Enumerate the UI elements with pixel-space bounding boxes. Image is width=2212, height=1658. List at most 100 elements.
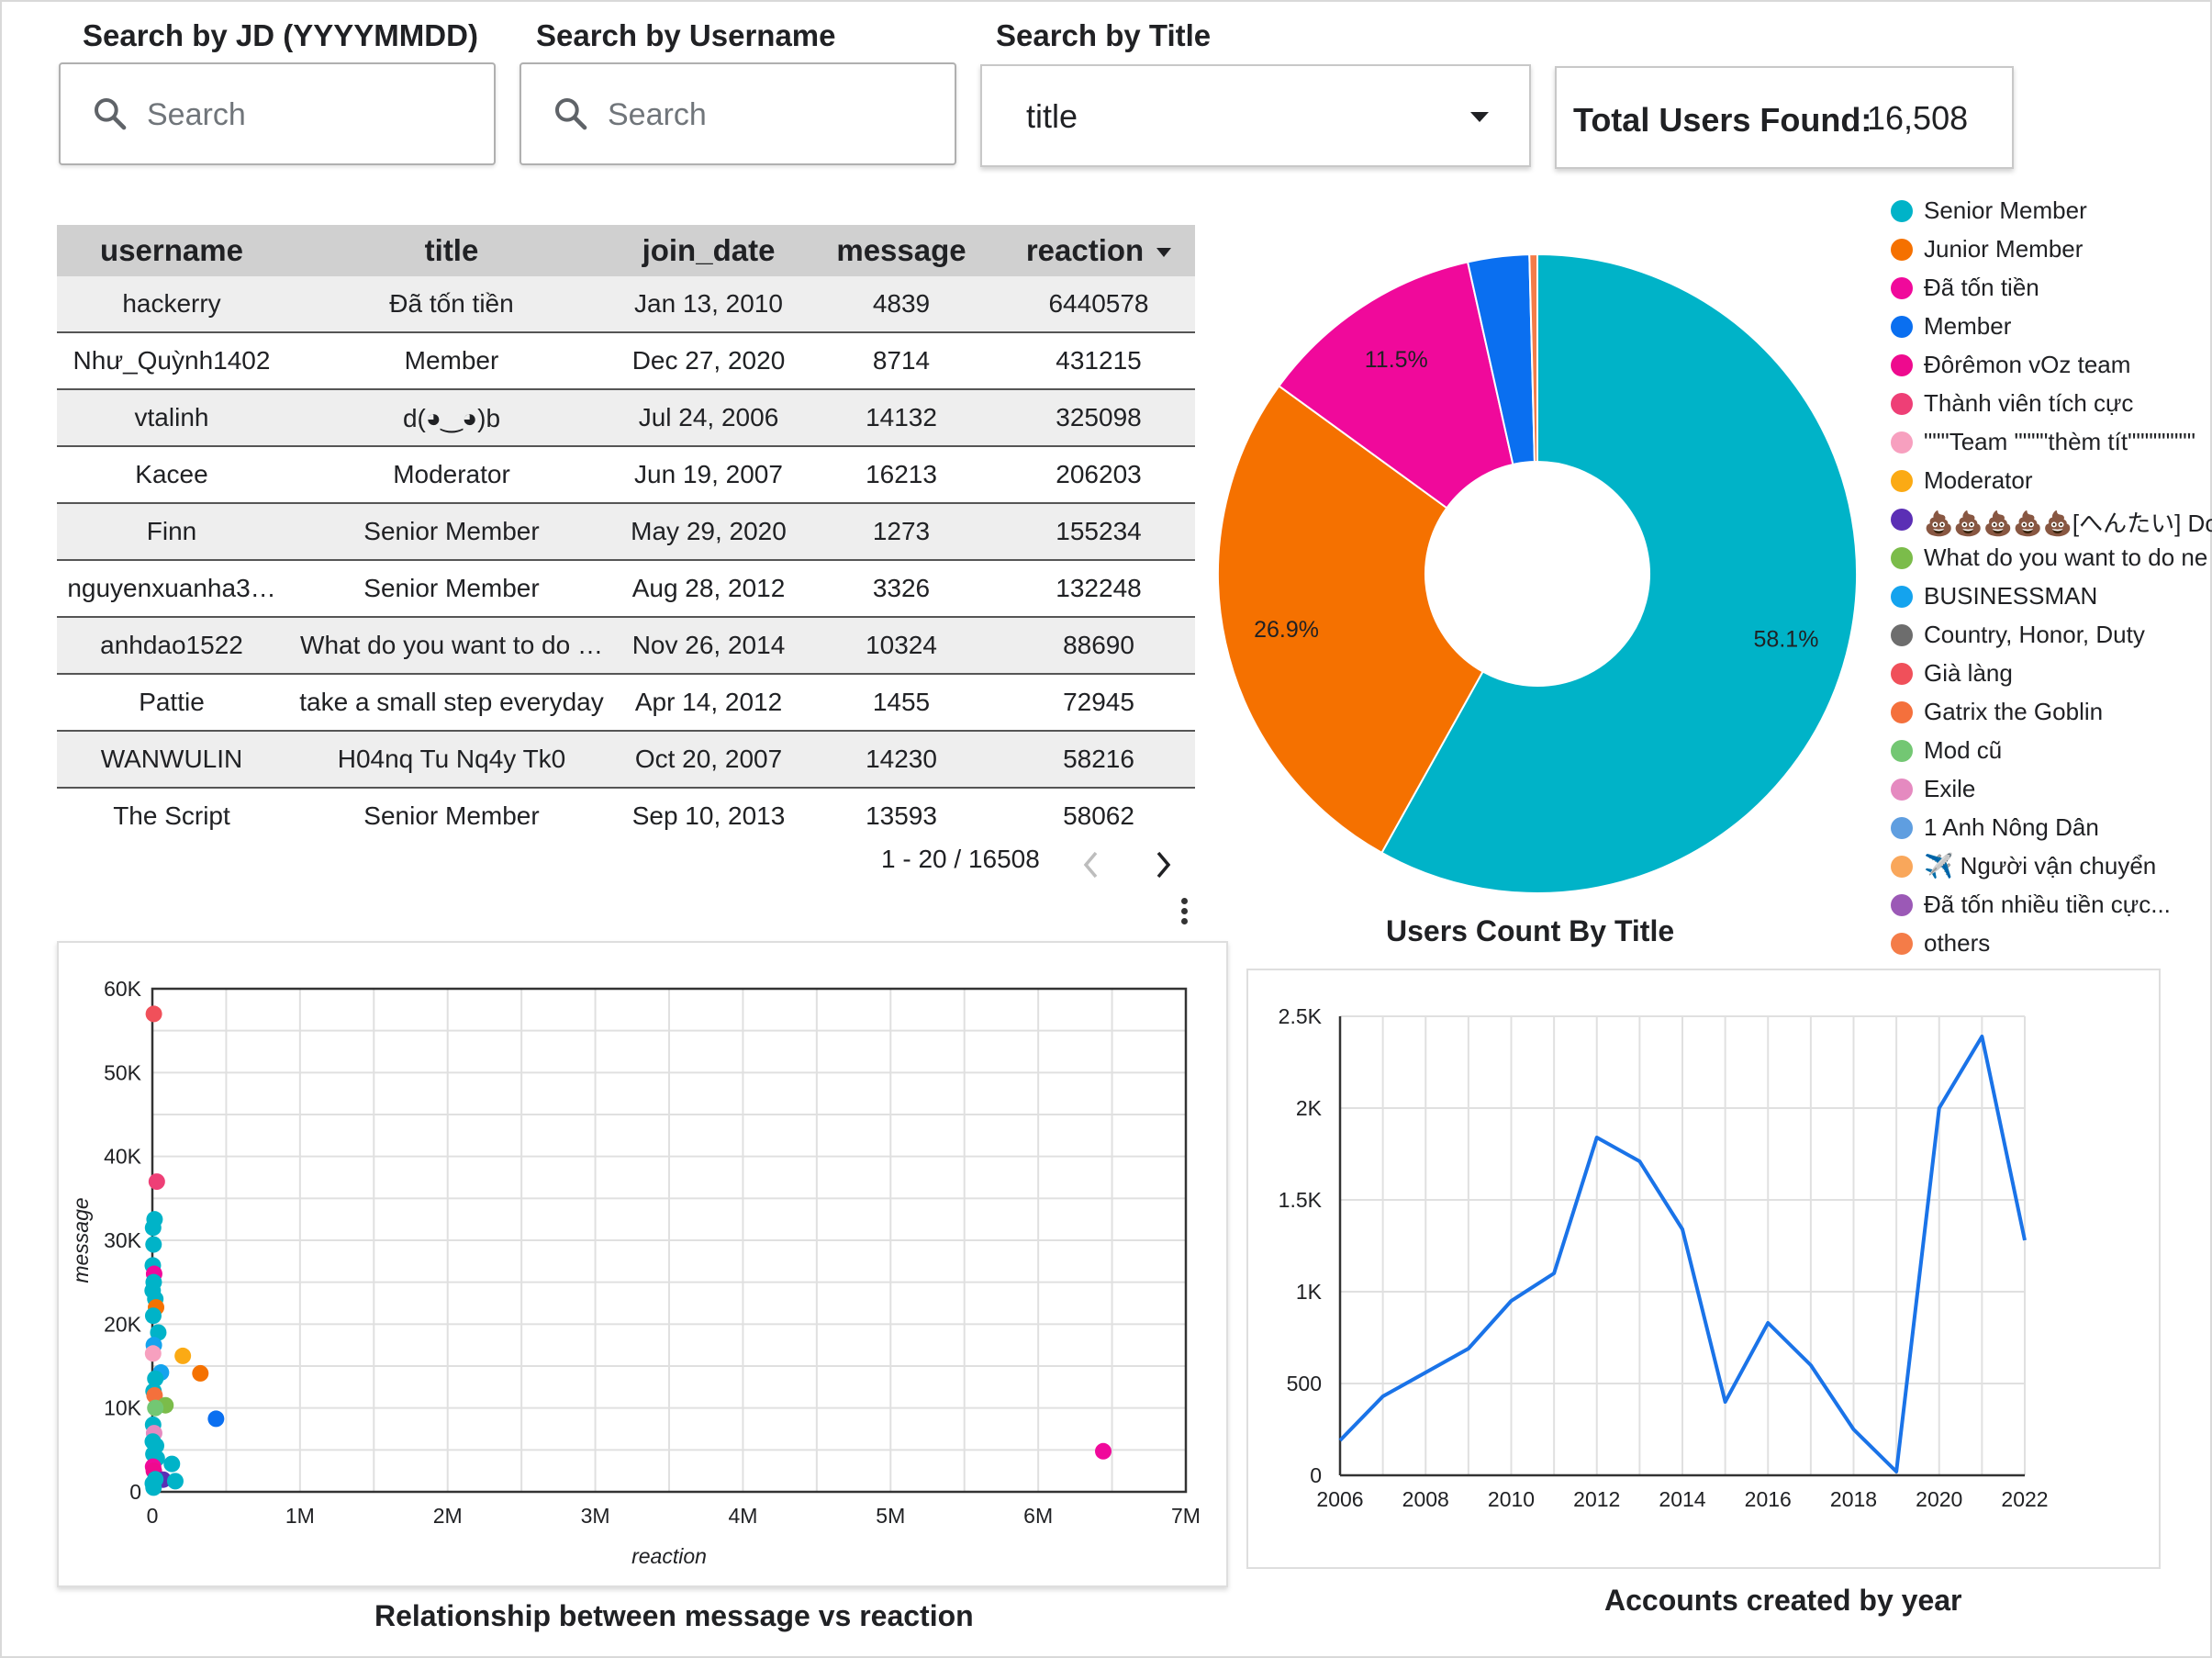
legend-item[interactable]: ✈️ Người vận chuyển — [1891, 848, 2212, 887]
column-header-username[interactable]: username — [57, 225, 286, 276]
scatter-point[interactable] — [174, 1347, 192, 1364]
legend-item[interactable]: Thành viên tích cực — [1891, 386, 2212, 424]
donut-slice-label: 26.9% — [1254, 617, 1319, 643]
table-row[interactable]: Pattie take a small step everyday Apr 14, … — [57, 674, 1195, 732]
scatter-point[interactable] — [147, 1399, 164, 1417]
legend-swatch — [1891, 509, 1913, 531]
table-row[interactable]: WANWULIN H04nq Tu Nq4y Tk0 Oct 20, 2007 142… — [57, 731, 1195, 789]
cell-join-date: Jul 24, 2006 — [617, 389, 800, 447]
legend-swatch — [1891, 547, 1913, 569]
table-row[interactable]: The Script Senior Member Sep 10, 2013 13593… — [57, 788, 1195, 844]
y-tick-label: 60K — [104, 977, 142, 1001]
table-header-row: username title join_date message reactio… — [57, 225, 1195, 276]
y-tick-label: 2K — [1296, 1096, 1323, 1120]
scatter-point[interactable] — [144, 1307, 162, 1325]
scorecard-label: Total Users Found: — [1573, 101, 1872, 139]
scatter-point[interactable] — [207, 1410, 225, 1428]
cell-reaction: 72945 — [1002, 674, 1195, 732]
y-tick-label: 0 — [129, 1480, 141, 1504]
scatter-point[interactable] — [144, 1345, 162, 1362]
y-tick-label: 1.5K — [1279, 1188, 1323, 1212]
legend-item[interactable]: Gatrix the Goblin — [1891, 694, 2212, 733]
cell-title: take a small step everyday — [286, 674, 617, 732]
scatter-point[interactable] — [148, 1173, 165, 1191]
y-tick-label: 10K — [104, 1396, 142, 1420]
column-header-message[interactable]: message — [800, 225, 1002, 276]
legend-item[interactable]: Đã tốn nhiều tiền cực... — [1891, 887, 2212, 925]
cell-message: 4839 — [800, 276, 1002, 333]
username-search-input[interactable]: Search — [519, 62, 956, 165]
donut-slice-label: 11.5% — [1365, 347, 1428, 373]
cell-username: hackerry — [57, 276, 286, 333]
cell-message: 8714 — [800, 332, 1002, 390]
column-header-title[interactable]: title — [286, 225, 617, 276]
legend-item[interactable]: What do you want to do ne — [1891, 540, 2212, 578]
scatter-point[interactable] — [144, 1219, 162, 1237]
legend-item[interactable]: Mod cũ — [1891, 733, 2212, 771]
jd-search-input[interactable]: Search — [59, 62, 496, 165]
table-row[interactable]: vtalinh d(◕‿◕)b Jul 24, 2006 14132 325098 — [57, 389, 1195, 447]
x-tick-label: 2006 — [1316, 1487, 1363, 1511]
cell-message: 3326 — [800, 560, 1002, 618]
scatter-point[interactable] — [1095, 1442, 1112, 1460]
legend-item[interactable]: Country, Honor, Duty — [1891, 617, 2212, 655]
legend-item[interactable]: 1 Anh Nông Dân — [1891, 810, 2212, 848]
legend-item[interactable]: 💩💩💩💩💩[へんたい] Dora — [1891, 501, 2212, 540]
cell-message: 13593 — [800, 788, 1002, 844]
x-tick-label: 6M — [1023, 1504, 1053, 1528]
x-tick-label: 2012 — [1573, 1487, 1620, 1511]
y-tick-label: 500 — [1287, 1372, 1322, 1395]
table-row[interactable]: Như_Quỳnh1402 Member Dec 27, 2020 8714 43121… — [57, 332, 1195, 390]
cell-message: 1273 — [800, 503, 1002, 561]
more-options-icon[interactable] — [1181, 898, 1189, 928]
legend-item[interactable]: Senior Member — [1891, 193, 2212, 231]
legend-item[interactable]: BUSINESSMAN — [1891, 578, 2212, 617]
scatter-point[interactable] — [192, 1364, 209, 1382]
column-header-reaction[interactable]: reaction — [1002, 225, 1195, 276]
scatter-point[interactable] — [145, 1005, 162, 1023]
legend-item[interactable]: Member — [1891, 308, 2212, 347]
x-tick-label: 7M — [1171, 1504, 1201, 1528]
scatter-point[interactable] — [145, 1479, 162, 1496]
table-row[interactable]: nguyenxuanha3… Senior Member Aug 28, 2012 3… — [57, 560, 1195, 618]
legend-label: 1 Anh Nông Dân — [1924, 813, 2099, 841]
legend-label: """Team """"thèm tít"""""""" — [1924, 428, 2195, 455]
legend-label: Đã tốn nhiều tiền cực... — [1924, 891, 2171, 918]
cell-message: 14132 — [800, 389, 1002, 447]
chevron-right-icon[interactable] — [1151, 848, 1175, 881]
chevron-left-icon[interactable] — [1079, 848, 1103, 881]
search-placeholder: Search — [608, 97, 707, 132]
x-axis-label: reaction — [631, 1544, 707, 1568]
table-row[interactable]: Finn Senior Member May 29, 2020 1273 155234 — [57, 503, 1195, 561]
cell-username: Như_Quỳnh1402 — [57, 332, 286, 390]
legend-item[interactable]: Junior Member — [1891, 231, 2212, 270]
x-tick-label: 2022 — [2001, 1487, 2048, 1511]
scatter-point[interactable] — [163, 1455, 181, 1473]
cell-reaction: 88690 — [1002, 617, 1195, 675]
legend-item[interactable]: others — [1891, 925, 2212, 964]
search-icon — [555, 98, 587, 130]
table-row[interactable]: hackerry Đã tốn tiền Jan 13, 2010 4839 64405… — [57, 276, 1195, 333]
legend-swatch — [1891, 354, 1913, 376]
x-tick-label: 3M — [581, 1504, 610, 1528]
scatter-point[interactable] — [145, 1236, 162, 1253]
cell-username: Kacee — [57, 446, 286, 504]
legend-item[interactable]: Moderator — [1891, 463, 2212, 501]
legend-swatch — [1891, 701, 1913, 723]
title-dropdown[interactable]: title — [980, 64, 1531, 167]
legend-item[interactable]: Exile — [1891, 771, 2212, 810]
column-header-join-date[interactable]: join_date — [617, 225, 800, 276]
legend-item[interactable]: Đã tốn tiền — [1891, 270, 2212, 308]
cell-join-date: Dec 27, 2020 — [617, 332, 800, 390]
cell-title: Member — [286, 332, 617, 390]
cell-username: WANWULIN — [57, 731, 286, 789]
legend-item[interactable]: Đôrêmon vOz team — [1891, 347, 2212, 386]
legend-label: others — [1924, 929, 1991, 957]
x-tick-label: 2014 — [1659, 1487, 1705, 1511]
scatter-point[interactable] — [166, 1473, 184, 1490]
legend-item[interactable]: """Team """"thèm tít"""""""" — [1891, 424, 2212, 463]
cell-username: vtalinh — [57, 389, 286, 447]
legend-item[interactable]: Già làng — [1891, 655, 2212, 694]
table-row[interactable]: Kacee Moderator Jun 19, 2007 16213 206203 — [57, 446, 1195, 504]
table-row[interactable]: anhdao1522 What do you want to do … Nov 26… — [57, 617, 1195, 675]
